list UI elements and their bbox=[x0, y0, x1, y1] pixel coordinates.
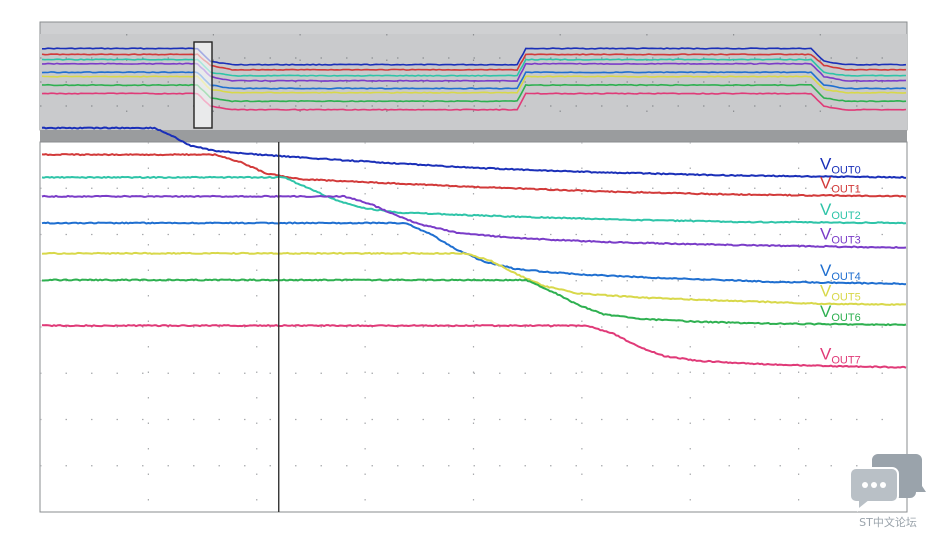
overview-panel bbox=[39, 21, 908, 142]
detail-panel: VOUT0VOUT1VOUT2VOUT3VOUT4VOUT5VOUT6VOUT7 bbox=[39, 126, 908, 513]
oscilloscope-capture: VOUT0VOUT1VOUT2VOUT3VOUT4VOUT5VOUT6VOUT7 bbox=[39, 21, 908, 513]
zoom-window-marker[interactable] bbox=[193, 41, 213, 129]
watermark-text: ST中文论坛 bbox=[859, 516, 917, 529]
